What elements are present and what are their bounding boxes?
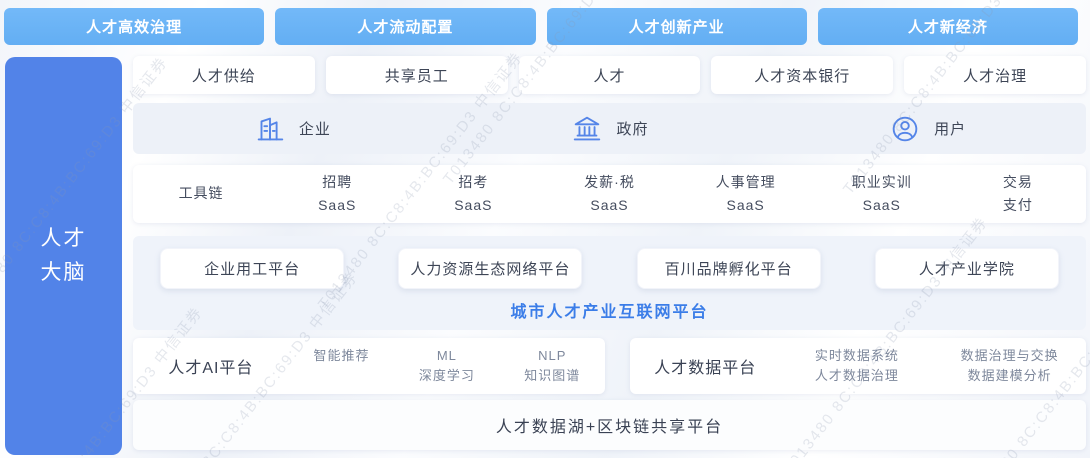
data-lake-blockchain-bar: 人才数据湖+区块链共享平台 <box>133 400 1086 450</box>
tool-line2: SaaS <box>269 194 405 217</box>
data-platform-title: 人才数据平台 <box>630 354 780 378</box>
bank-icon <box>570 112 604 146</box>
sidebar-title-line1: 人才 <box>41 222 87 256</box>
ai-item-line1: ML <box>394 346 499 366</box>
pill-talent-governance: 人才高效治理 <box>4 8 264 45</box>
box-talent-capital-bank: 人才资本银行 <box>711 56 893 94</box>
tool-trade-payment: 交易 支付 <box>950 171 1086 217</box>
tool-line2: SaaS <box>405 194 541 217</box>
actor-label: 用户 <box>934 118 966 139</box>
data-item-line1: 实时数据系统 <box>780 346 933 366</box>
data-item-realtime: 实时数据系统 人才数据治理 <box>780 346 933 386</box>
box-enterprise-employment-platform: 企业用工平台 <box>160 248 344 289</box>
platform-grid: 企业用工平台 人力资源生态网络平台 百川品牌孵化平台 人才产业学院 <box>133 248 1086 289</box>
talent-brain-architecture-diagram: 人才高效治理 人才流动配置 人才创新产业 人才新经济 人才 大脑 人才供给 共享… <box>0 0 1090 458</box>
ai-platform-items: 智能推荐 ML 深度学习 NLP 知识图谱 <box>289 346 605 386</box>
top-pill-row: 人才高效治理 人才流动配置 人才创新产业 人才新经济 <box>4 8 1078 45</box>
building-icon <box>253 112 287 146</box>
tool-line2: SaaS <box>541 194 677 217</box>
tool-line1: 发薪·税 <box>541 171 677 194</box>
ai-item-ml: ML 深度学习 <box>394 346 499 386</box>
box-talent-supply: 人才供给 <box>133 56 315 94</box>
actor-label: 政府 <box>616 118 648 139</box>
box-talent-governance: 人才治理 <box>904 56 1086 94</box>
box-baichuan-brand-incubation-platform: 百川品牌孵化平台 <box>637 248 821 289</box>
toolchain-bar: 工具链 招聘 SaaS 招考 SaaS 发薪·税 SaaS 人事管理 SaaS … <box>133 165 1086 223</box>
tool-line1: 人事管理 <box>678 171 814 194</box>
actor-user: 用户 <box>768 103 1086 154</box>
ai-platform-title: 人才AI平台 <box>133 354 289 378</box>
tool-payroll-tax-saas: 发薪·税 SaaS <box>541 171 677 217</box>
tool-recruit-saas: 招聘 SaaS <box>269 171 405 217</box>
data-item-line2: 数据建模分析 <box>933 366 1086 386</box>
tool-line2: 支付 <box>950 194 1086 217</box>
actor-enterprise: 企业 <box>133 103 451 154</box>
ai-item-nlp: NLP 知识图谱 <box>500 346 605 386</box>
pill-talent-mobility: 人才流动配置 <box>275 8 535 45</box>
platform-panel: 企业用工平台 人力资源生态网络平台 百川品牌孵化平台 人才产业学院 城市人才产业… <box>133 236 1086 330</box>
data-item-line1: 数据治理与交换 <box>933 346 1086 366</box>
actor-label: 企业 <box>299 118 331 139</box>
actors-bar: 企业 政府 用户 <box>133 103 1086 154</box>
box-talent-industry-academy: 人才产业学院 <box>875 248 1059 289</box>
tool-hr-saas: 人事管理 SaaS <box>678 171 814 217</box>
tool-line2: SaaS <box>814 194 950 217</box>
box-shared-employees: 共享员工 <box>326 56 508 94</box>
tool-line1: 招考 <box>405 171 541 194</box>
pill-talent-innovation: 人才创新产业 <box>547 8 807 45</box>
ai-item-line1: NLP <box>500 346 605 366</box>
box-talent: 人才 <box>519 56 701 94</box>
user-icon <box>888 112 922 146</box>
tool-training-saas: 职业实训 SaaS <box>814 171 950 217</box>
ai-item-recommendation: 智能推荐 <box>289 346 394 386</box>
pill-talent-new-economy: 人才新经济 <box>818 8 1078 45</box>
actor-government: 政府 <box>451 103 769 154</box>
tool-exam-saas: 招考 SaaS <box>405 171 541 217</box>
box-hr-ecosystem-network-platform: 人力资源生态网络平台 <box>398 248 582 289</box>
toolchain-label: 工具链 <box>133 182 269 205</box>
ai-item-line2: 深度学习 <box>394 366 499 386</box>
data-platform-items: 实时数据系统 人才数据治理 数据治理与交换 数据建模分析 <box>780 346 1086 386</box>
sidebar-title-line2: 大脑 <box>41 256 87 290</box>
tool-line1: 职业实训 <box>814 171 950 194</box>
tool-line2: SaaS <box>678 194 814 217</box>
data-platform-panel: 人才数据平台 实时数据系统 人才数据治理 数据治理与交换 数据建模分析 <box>630 338 1086 394</box>
data-item-governance: 数据治理与交换 数据建模分析 <box>933 346 1086 386</box>
sidebar-title: 人才 大脑 <box>41 222 87 289</box>
data-item-line2: 人才数据治理 <box>780 366 933 386</box>
tool-line1: 招聘 <box>269 171 405 194</box>
ai-item-line2: 知识图谱 <box>500 366 605 386</box>
city-talent-internet-platform-caption: 城市人才产业互联网平台 <box>133 298 1086 322</box>
ai-item-line1: 智能推荐 <box>289 346 394 366</box>
supply-row: 人才供给 共享员工 人才 人才资本银行 人才治理 <box>133 56 1086 94</box>
tool-line1: 交易 <box>950 171 1086 194</box>
sidebar-talent-brain: 人才 大脑 <box>5 57 122 455</box>
ai-platform-panel: 人才AI平台 智能推荐 ML 深度学习 NLP 知识图谱 <box>133 338 605 394</box>
